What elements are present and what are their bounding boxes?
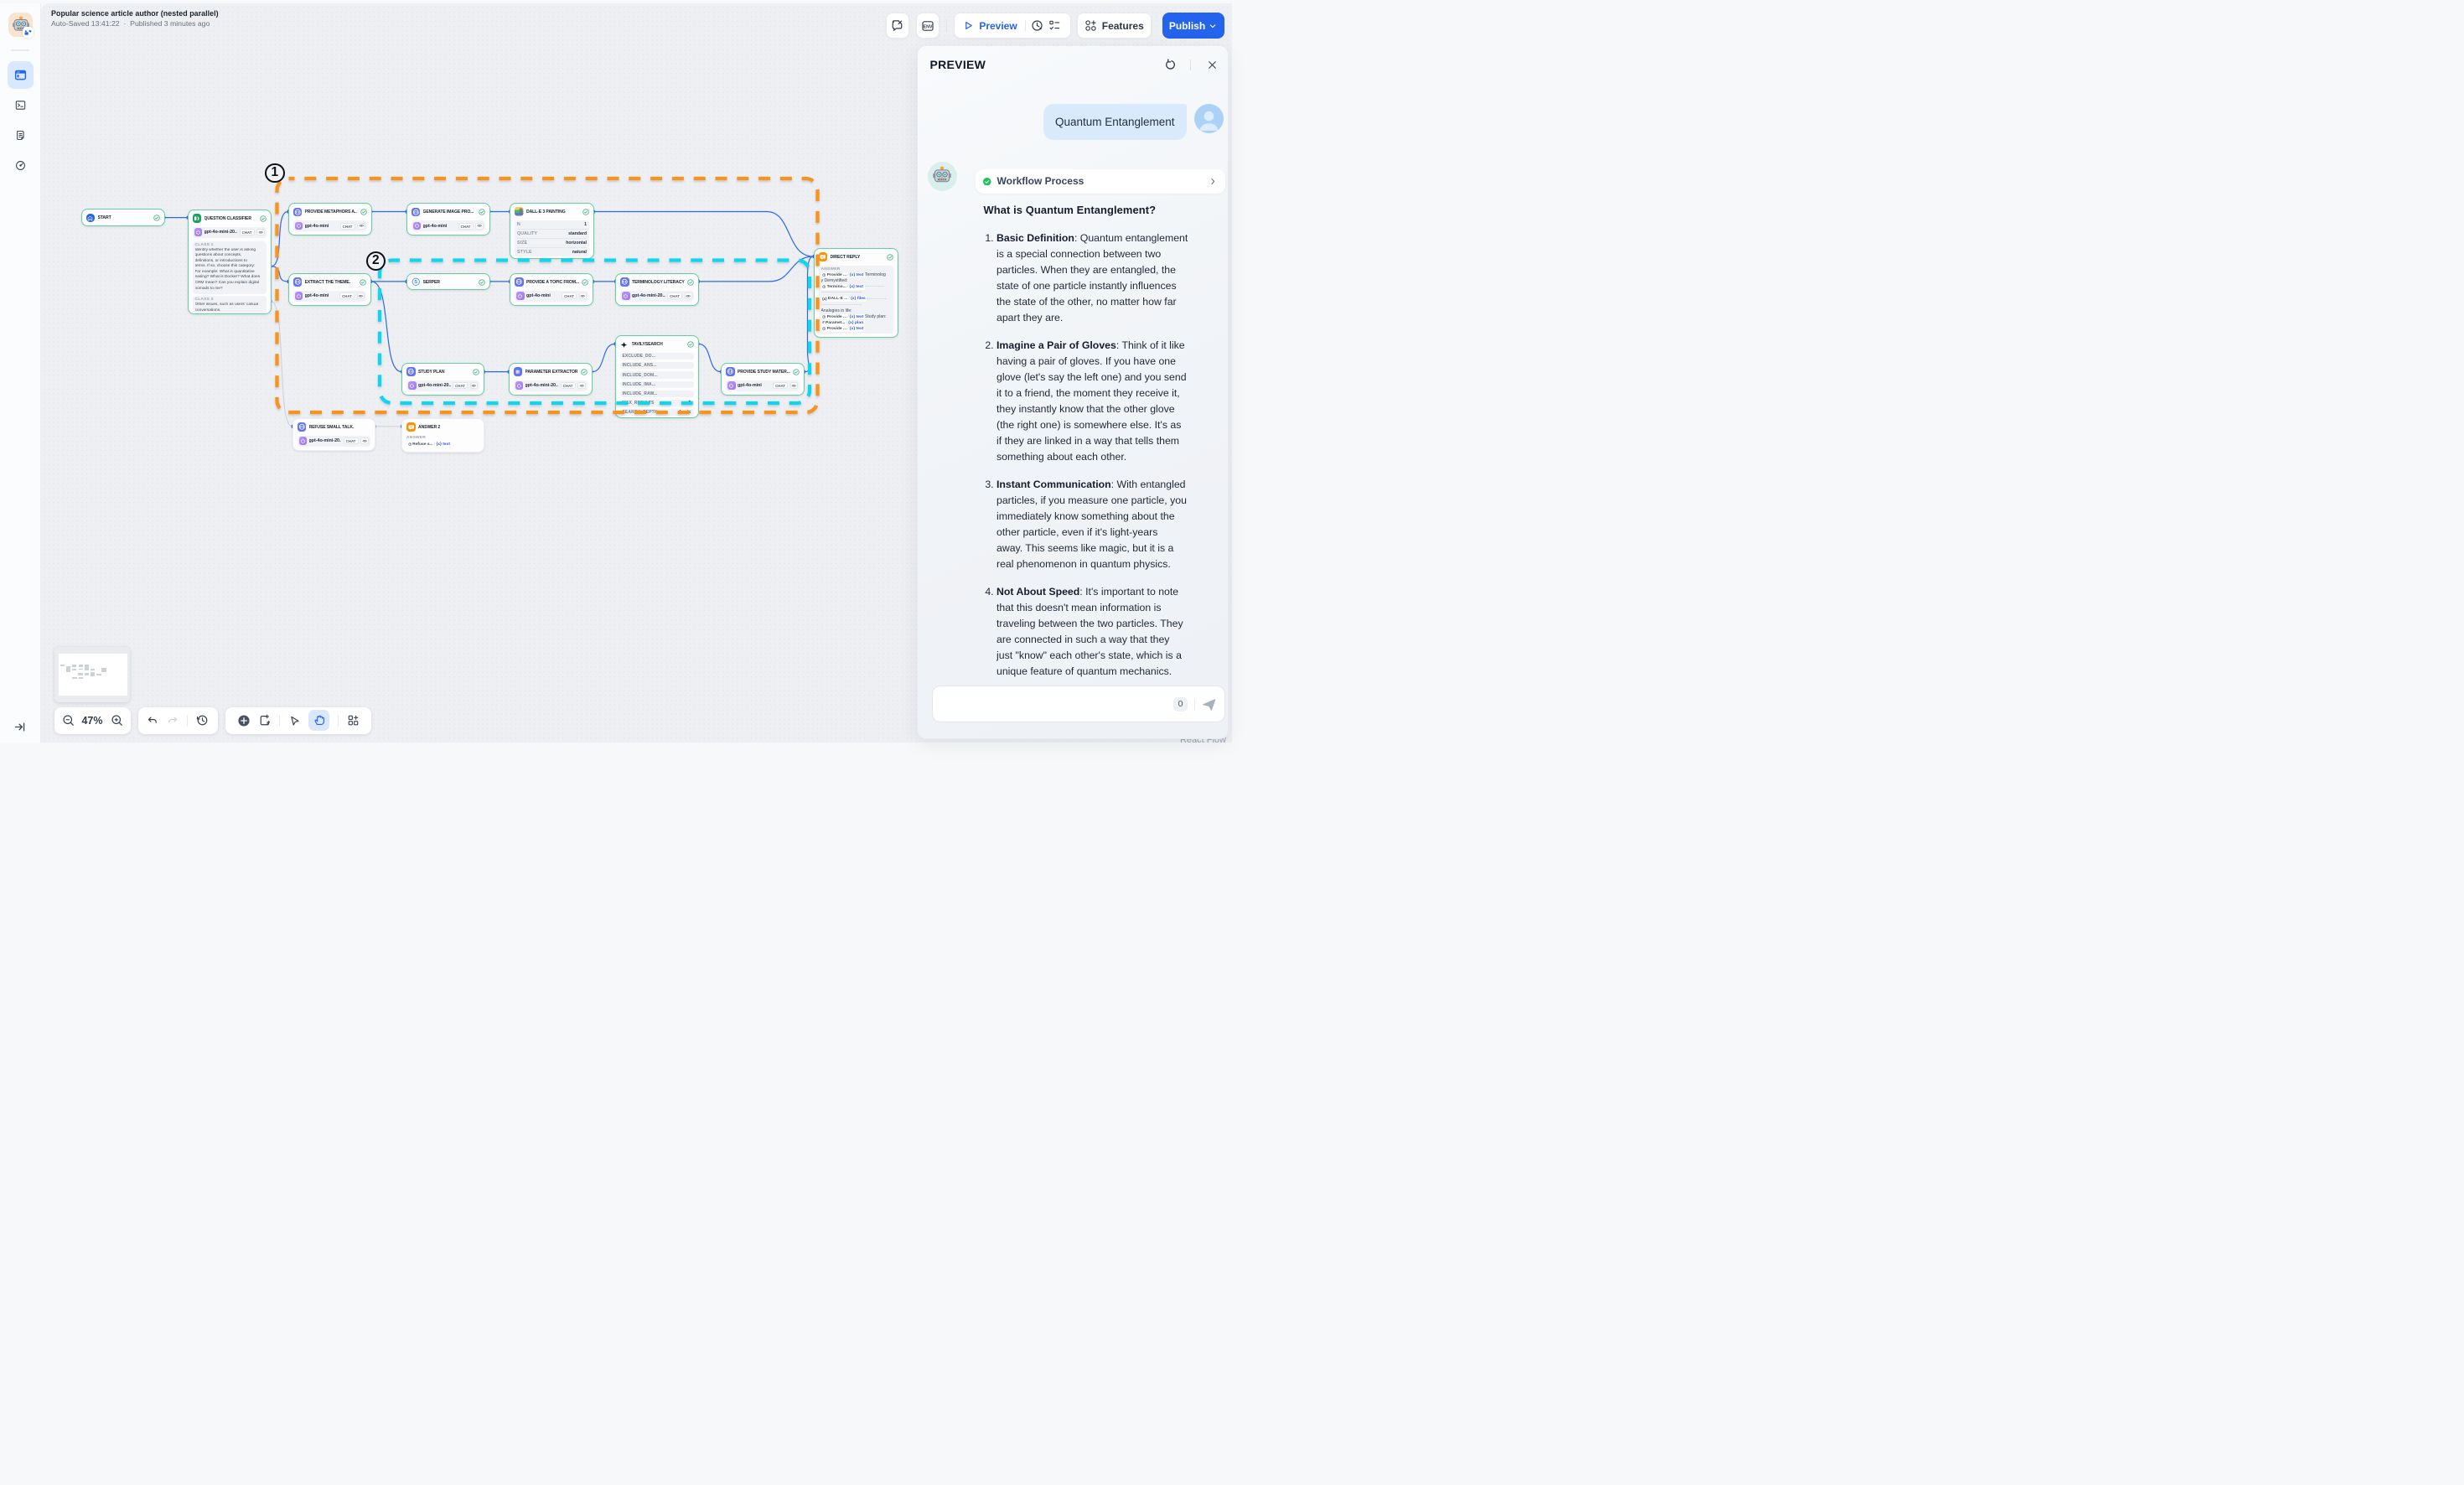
svg-text:ENV: ENV <box>923 24 932 29</box>
